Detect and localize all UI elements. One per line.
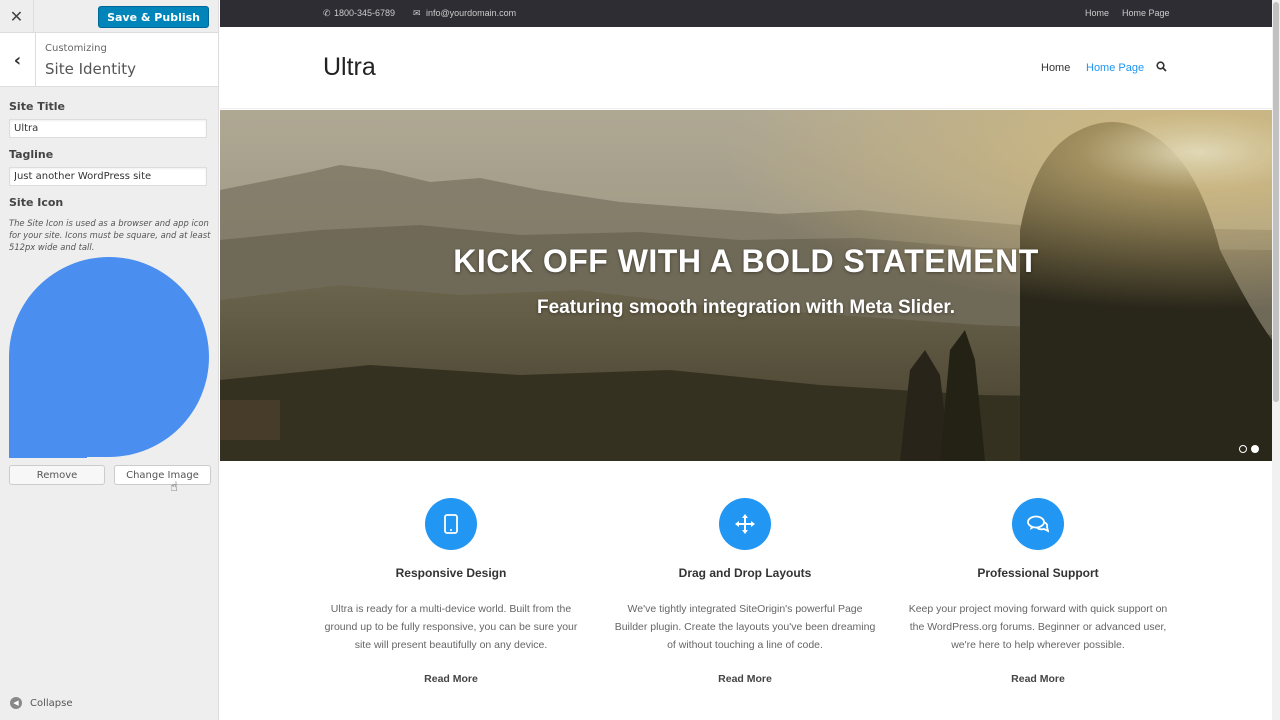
feature-title: Responsive Design [395, 566, 507, 580]
slider-dot-2[interactable] [1251, 445, 1259, 453]
collapse-button[interactable]: ◀ Collapse [10, 697, 73, 709]
chat-icon [1012, 498, 1064, 550]
feature-responsive-design: Responsive Design Ultra is ready for a m… [306, 498, 596, 685]
tablet-icon [425, 498, 477, 550]
close-icon[interactable]: ✕ [0, 0, 34, 33]
scrollbar-thumb[interactable] [1273, 2, 1279, 402]
topbar-link-home-page[interactable]: Home Page [1122, 8, 1170, 18]
save-publish-button[interactable]: Save & Publish [98, 6, 209, 28]
nav-item-home[interactable]: Home [1041, 62, 1070, 74]
read-more-link[interactable]: Read More [600, 673, 890, 685]
section-title: Site Identity [45, 60, 137, 78]
breadcrumb: Customizing [45, 43, 107, 54]
tagline-input[interactable] [9, 167, 207, 186]
hero-title: KICK OFF WITH A BOLD STATEMENT [453, 243, 1039, 279]
remove-button[interactable]: Remove [9, 465, 105, 485]
move-icon [719, 498, 771, 550]
read-more-link[interactable]: Read More [893, 673, 1183, 685]
hero-landscape-image [220, 110, 1272, 461]
preview-scrollbar[interactable] [1272, 0, 1280, 720]
feature-text: Ultra is ready for a multi-device world.… [324, 603, 578, 651]
read-more-link[interactable]: Read More [306, 673, 596, 685]
phone-icon: ✆ [323, 8, 331, 18]
hero-slider: KICK OFF WITH A BOLD STATEMENT Featuring… [220, 110, 1272, 461]
feature-text: Keep your project moving forward with qu… [908, 603, 1168, 651]
topbar-email[interactable]: info@yourdomain.com [426, 8, 516, 18]
feature-professional-support: Professional Support Keep your project m… [893, 498, 1183, 685]
change-image-button[interactable]: Change Image [114, 465, 211, 485]
site-icon-label: Site Icon [9, 196, 64, 209]
feature-title: Drag and Drop Layouts [678, 566, 812, 580]
slider-dot-1[interactable] [1239, 445, 1247, 453]
section-header: ‹ Customizing Site Identity [0, 33, 218, 87]
topbar-phone: 1800-345-6789 [334, 8, 396, 18]
site-header: Ultra Home Home Page [220, 27, 1280, 109]
site-title-label: Site Title [9, 100, 66, 113]
feature-drag-and-drop: Drag and Drop Layouts We've tightly inte… [600, 498, 890, 685]
feature-title: Professional Support [977, 566, 1099, 580]
email-icon: ✉ [413, 8, 421, 18]
collapse-label: Collapse [30, 697, 73, 709]
collapse-icon: ◀ [10, 697, 22, 709]
hero-subtitle: Featuring smooth integration with Meta S… [536, 297, 956, 318]
site-preview: ✆ 1800-345-6789 ✉ info@yourdomain.com Ho… [220, 0, 1280, 720]
customizer-sidebar: ✕ Save & Publish ‹ Customizing Site Iden… [0, 0, 219, 720]
site-icon-description: The Site Icon is used as a browser and a… [9, 218, 211, 252]
customizer-header: ✕ Save & Publish [0, 0, 218, 33]
site-title-input[interactable] [9, 119, 207, 138]
search-icon[interactable] [1156, 61, 1167, 75]
site-icon-preview [9, 257, 210, 458]
hand-cursor-icon: ☝ [170, 480, 178, 495]
feature-text: We've tightly integrated SiteOrigin's po… [614, 603, 876, 651]
site-logo[interactable]: Ultra [323, 53, 376, 82]
nav-item-home-page[interactable]: Home Page [1086, 62, 1144, 74]
top-bar: ✆ 1800-345-6789 ✉ info@yourdomain.com Ho… [220, 0, 1280, 27]
p-logo-icon [9, 257, 209, 458]
back-arrow-icon[interactable]: ‹ [0, 33, 36, 87]
tagline-label: Tagline [9, 148, 54, 161]
topbar-link-home[interactable]: Home [1085, 8, 1109, 18]
